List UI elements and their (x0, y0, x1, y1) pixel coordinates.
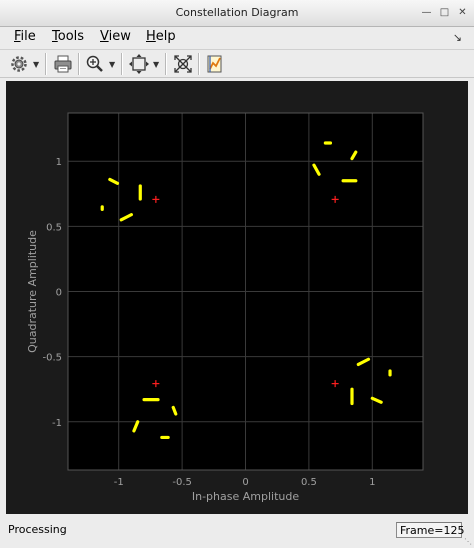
constellation-chart[interactable]: -1 -0.5 0 0.5 1 1 0.5 0 -0.5 -1 In-phase Amplitude… (6, 81, 468, 514)
toolbar-separator (78, 53, 80, 75)
title-bar: Constellation Diagram — □ ✕ (0, 0, 474, 27)
menu-view-mnemonic: V (100, 29, 109, 44)
y-tick-label: -0.5 (42, 353, 62, 364)
menu-view-rest: iew (108, 29, 131, 44)
settings-gear-icon[interactable] (8, 53, 30, 75)
x-tick-label: 0 (242, 477, 248, 488)
autoscale-icon[interactable] (128, 53, 150, 75)
print-icon[interactable] (52, 53, 74, 75)
zoom-in-icon[interactable] (84, 53, 106, 75)
fit-icon[interactable] (172, 53, 194, 75)
x-tick-label: -1 (114, 477, 124, 488)
minimize-icon[interactable]: — (420, 6, 433, 19)
settings-dropdown-icon[interactable]: ▼ (33, 60, 39, 69)
menu-file[interactable]: File (14, 29, 36, 44)
x-tick-label: 1 (369, 477, 375, 488)
y-tick-label: 1 (56, 157, 62, 168)
zoom-dropdown-icon[interactable]: ▼ (109, 60, 115, 69)
toolbar: ▼ ▼ ▼ (0, 49, 474, 78)
menu-help[interactable]: Help (146, 29, 176, 44)
toolbar-separator (121, 53, 123, 75)
close-icon[interactable]: ✕ (456, 6, 469, 19)
menu-tools[interactable]: Tools (52, 29, 84, 44)
x-tick-label: 0.5 (301, 477, 317, 488)
status-bar: Processing Frame=125 ⋱ (0, 518, 474, 548)
menu-bar: File Tools View Help ↘ (0, 27, 474, 49)
autoscale-dropdown-icon[interactable]: ▼ (153, 60, 159, 69)
status-text: Processing (8, 523, 67, 536)
frame-counter: Frame=125 (396, 522, 465, 538)
menu-help-rest: elp (155, 29, 176, 44)
toolbar-separator (198, 53, 200, 75)
x-tick-label: -0.5 (172, 477, 192, 488)
y-tick-label: -1 (52, 418, 62, 429)
toolbar-separator (165, 53, 167, 75)
y-tick-label: 0.5 (46, 222, 62, 233)
x-axis-label: In-phase Amplitude (192, 490, 299, 503)
toolbar-separator (45, 53, 47, 75)
menu-help-mnemonic: H (146, 29, 156, 44)
y-tick-label: 0 (56, 288, 62, 299)
highlight-icon[interactable] (204, 53, 226, 75)
y-axis-label: Quadrature Amplitude (26, 230, 39, 353)
window-title: Constellation Diagram (175, 6, 299, 19)
scope-display: -1 -0.5 0 0.5 1 1 0.5 0 -0.5 -1 In-phase Amplitude… (6, 81, 468, 514)
menu-file-rest: ile (20, 29, 36, 44)
menu-tools-rest: ools (57, 29, 85, 44)
dock-arrow-icon[interactable]: ↘ (453, 31, 462, 44)
resize-grip-icon[interactable]: ⋱ (464, 537, 472, 546)
maximize-icon[interactable]: □ (438, 6, 451, 19)
menu-view[interactable]: View (100, 29, 131, 44)
